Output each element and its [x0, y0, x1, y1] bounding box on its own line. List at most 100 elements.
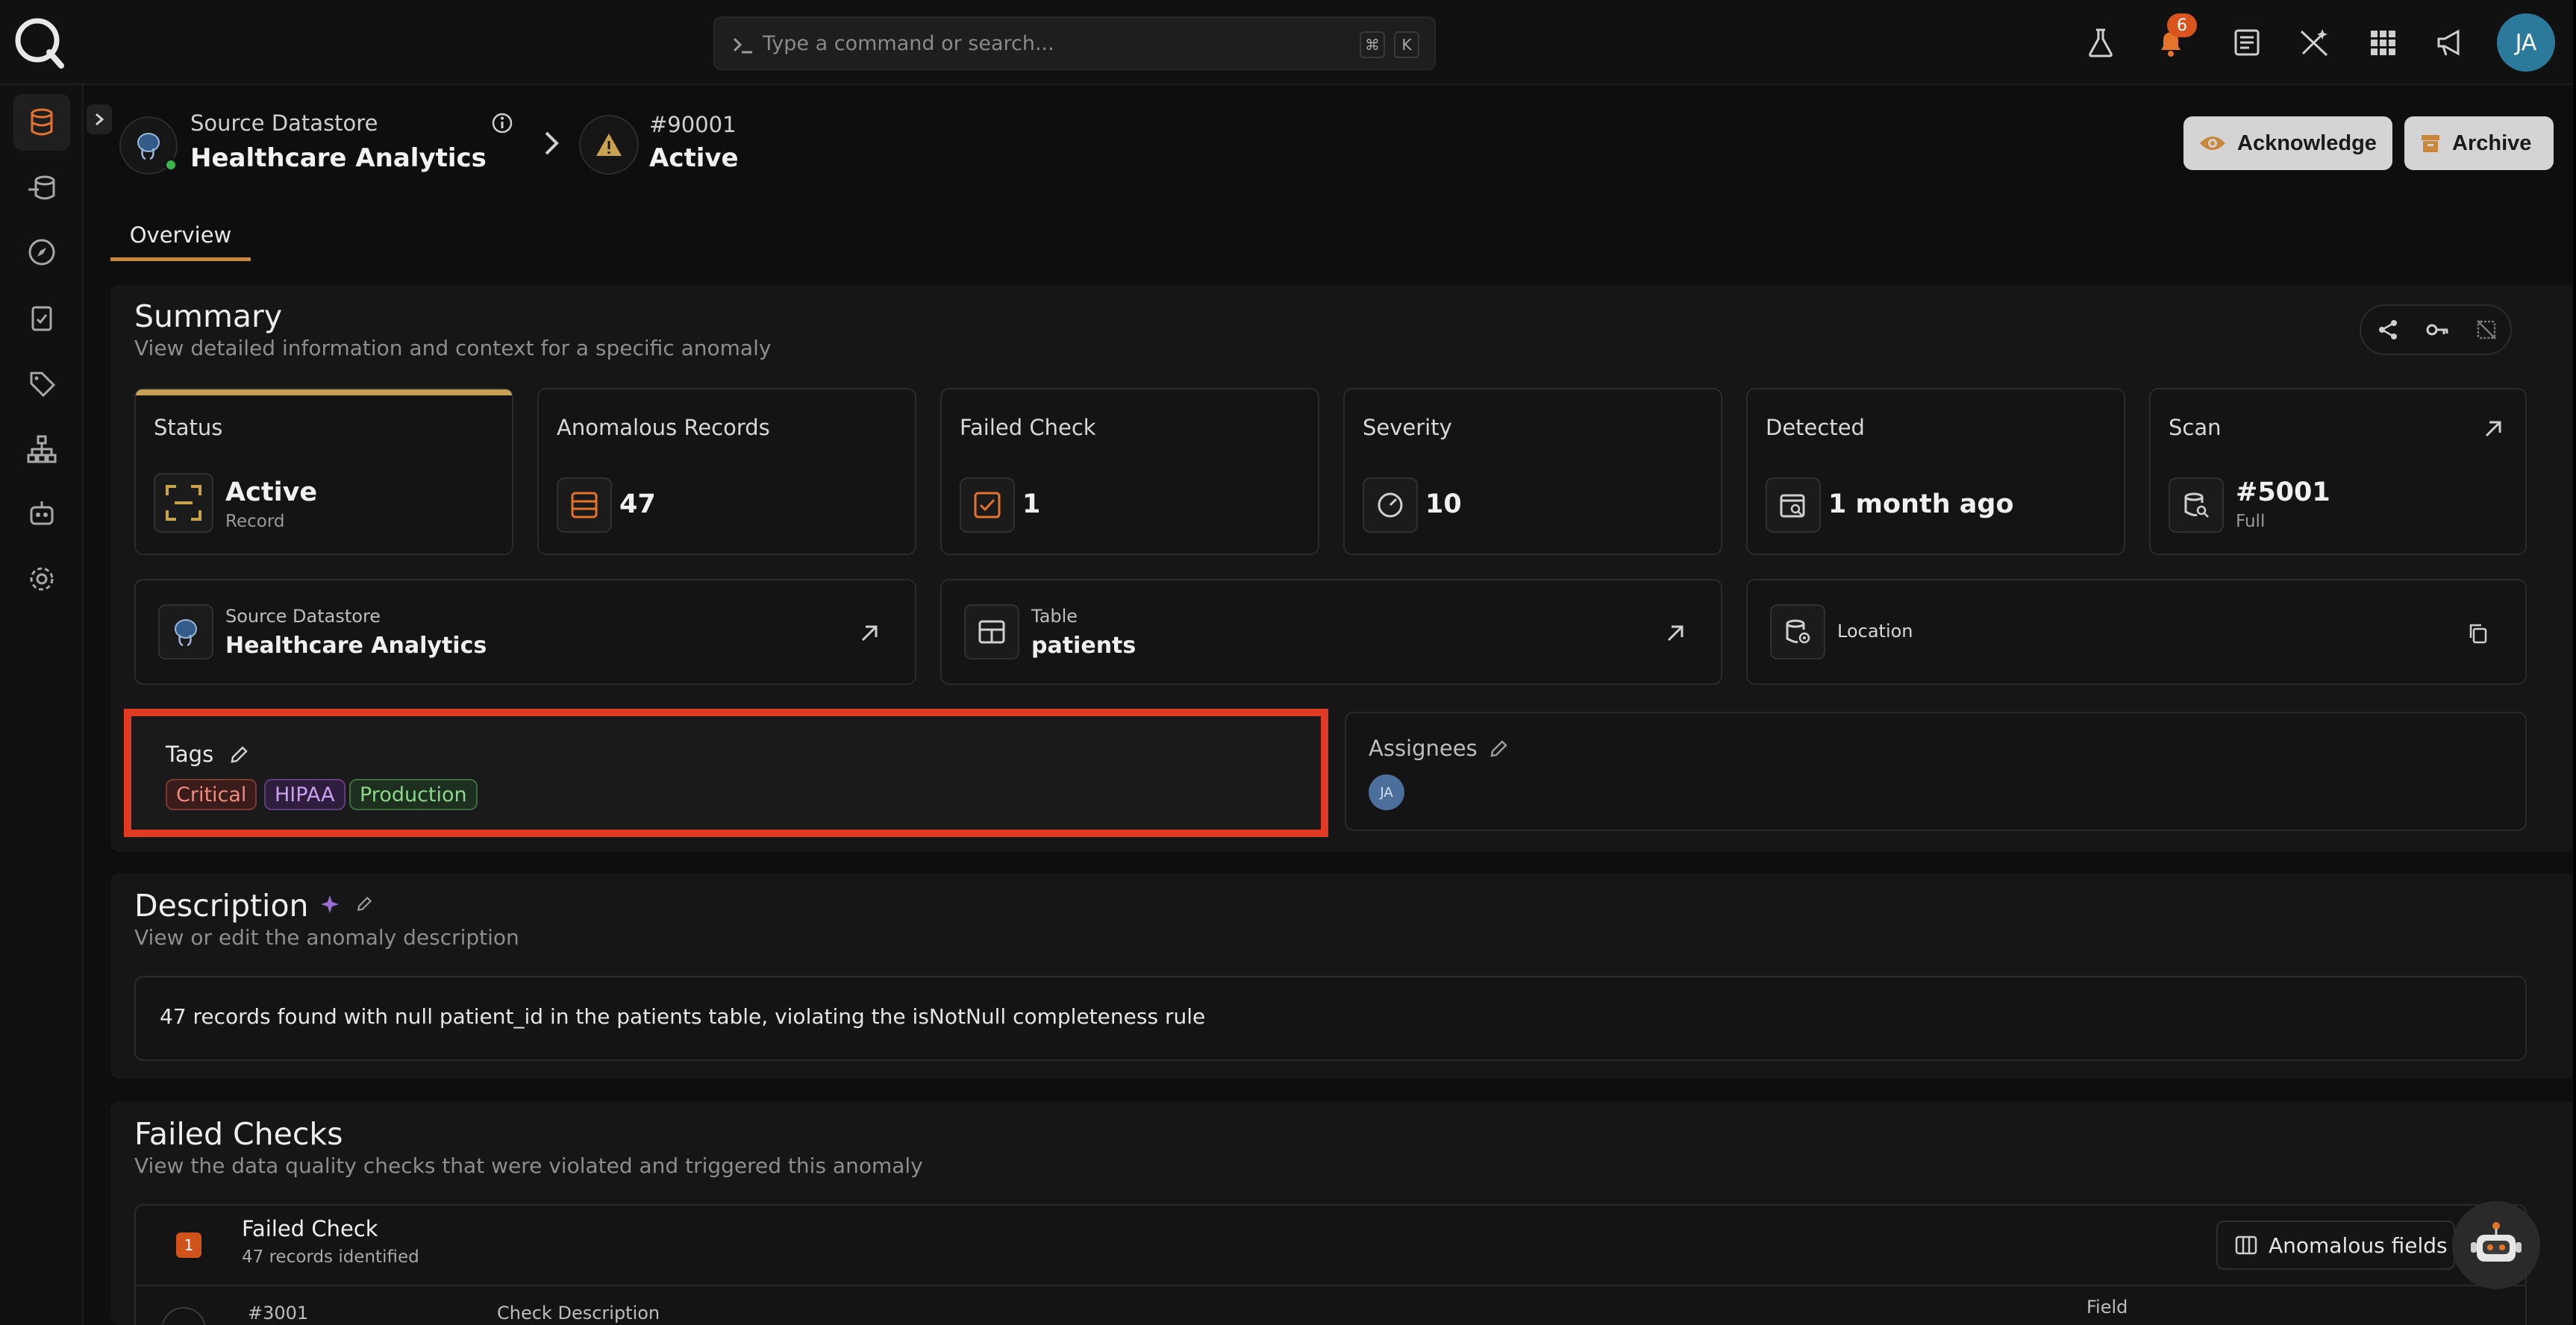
document-list-icon[interactable] [2230, 25, 2264, 60]
sidebar-item-enrichment[interactable] [13, 160, 70, 216]
failed-check-icon-box [960, 477, 1015, 533]
external-link-icon[interactable] [1664, 622, 1686, 645]
sidebar-expand-button[interactable] [87, 104, 112, 134]
failed-check-value: 1 [1022, 489, 1041, 519]
app-logo-icon[interactable] [10, 13, 67, 70]
tag-hipaa[interactable]: HIPAA [264, 779, 346, 810]
status-accent-bar [136, 389, 512, 395]
tags-panel: Tags Critical HIPAA Production [124, 709, 1328, 837]
key-button[interactable] [2412, 306, 2463, 354]
breadcrumb-separator-icon [545, 131, 559, 155]
clipboard-check-icon [31, 306, 52, 331]
magic-wand-off-icon[interactable] [2297, 25, 2331, 60]
external-link-icon[interactable] [858, 622, 881, 645]
anomalous-fields-label: Anomalous fields [2269, 1232, 2448, 1258]
table-label: Table [1031, 606, 1078, 627]
scan-value[interactable]: #5001 [2236, 477, 2330, 507]
tag-production[interactable]: Production [349, 779, 478, 810]
edit-description-pencil-icon[interactable] [355, 895, 373, 913]
database-location-icon [1786, 619, 1810, 644]
description-subtitle: View or edit the anomaly description [134, 925, 519, 950]
tab-overview[interactable]: Overview [110, 212, 251, 261]
window-edge [2573, 0, 2576, 1325]
hide-button[interactable] [2461, 306, 2512, 354]
check-row-id[interactable]: #3001 [248, 1303, 308, 1324]
assignees-label: Assignees [1369, 736, 1478, 761]
user-avatar[interactable]: JA [2497, 13, 2555, 72]
sidebar-item-checks[interactable] [13, 289, 70, 346]
share-button[interactable] [2363, 306, 2413, 354]
anomalous-records-value: 47 [619, 489, 656, 519]
sidebar-item-datastores[interactable] [13, 94, 70, 151]
table-value: patients [1031, 633, 1137, 659]
breadcrumb-datastore-label: Source Datastore [190, 110, 378, 136]
robot-assistant-icon [2471, 1222, 2522, 1262]
sidebar-item-settings[interactable] [13, 551, 70, 607]
top-bar: Type a command or search... ⌘ K 6 JA [0, 0, 2576, 85]
robot-icon [30, 501, 54, 525]
shortcut-cmd-key: ⌘ [1360, 31, 1385, 58]
description-text: 47 records found with null patient_id in… [160, 1004, 1206, 1029]
description-text-box[interactable]: 47 records found with null patient_id in… [134, 976, 2527, 1061]
anomalous-records-label: Anomalous Records [557, 415, 770, 440]
command-search-input[interactable]: Type a command or search... ⌘ K [713, 16, 1436, 70]
external-link-icon[interactable] [2482, 418, 2504, 440]
archive-box-icon [2422, 135, 2439, 152]
location-icon-box [1770, 604, 1825, 660]
assignee-avatar[interactable]: JA [1369, 774, 1404, 810]
edit-assignees-pencil-icon[interactable] [1488, 739, 1509, 759]
columns-icon [2235, 1235, 2257, 1255]
scan-sub: Full [2236, 512, 2266, 531]
location-label: Location [1837, 621, 1913, 642]
severity-icon-box [1363, 477, 1418, 533]
archive-button[interactable]: Archive [2404, 116, 2554, 170]
anomalous-records-card: Anomalous Records 47 [537, 388, 916, 555]
table-icon-box [964, 604, 1019, 660]
field-column-header: Field [2086, 1297, 2128, 1318]
flask-icon[interactable] [2083, 25, 2118, 60]
source-datastore-value: Healthcare Analytics [225, 633, 487, 659]
anomaly-warning-badge [579, 115, 639, 175]
breadcrumb-datastore-name[interactable]: Healthcare Analytics [190, 143, 487, 173]
speedometer-icon [1378, 492, 1403, 518]
info-icon[interactable] [490, 110, 515, 136]
summary-subtitle: View detailed information and context fo… [134, 336, 772, 360]
check-description-column-header: Check Description [497, 1303, 660, 1324]
table-grid-icon [978, 620, 1005, 644]
gear-icon [30, 567, 54, 591]
table-card[interactable]: Table patients [940, 579, 1722, 685]
database-icon [31, 108, 53, 136]
summary-title: Summary [134, 298, 283, 334]
assistant-bot-button[interactable] [2452, 1201, 2540, 1289]
anomalous-fields-button[interactable]: Anomalous fields [2216, 1221, 2455, 1270]
scan-card[interactable]: Scan #5001 Full [2149, 388, 2527, 555]
scan-label: Scan [2169, 415, 2222, 440]
sidebar-item-hierarchy[interactable] [13, 421, 70, 477]
sparkle-icon[interactable] [319, 894, 340, 915]
hierarchy-icon [27, 435, 57, 463]
source-datastore-card[interactable]: Source Datastore Healthcare Analytics [134, 579, 916, 685]
tag-critical[interactable]: Critical [166, 779, 257, 810]
database-arrow-icon [28, 175, 55, 200]
scan-icon-box [2169, 477, 2224, 533]
eye-icon [2200, 137, 2225, 150]
status-card: Status Active Record [134, 388, 513, 555]
failed-check-divider [136, 1285, 2525, 1286]
datastore-status-dot [164, 158, 178, 172]
sidebar-item-explore[interactable] [13, 224, 70, 281]
sidebar-item-tags[interactable] [13, 355, 70, 412]
anomaly-status: Active [649, 143, 739, 173]
notification-badge: 6 [2167, 13, 2197, 37]
megaphone-icon[interactable] [2433, 25, 2467, 60]
table-rows-icon [571, 492, 598, 519]
source-datastore-label: Source Datastore [225, 606, 381, 627]
apps-grid-icon[interactable] [2366, 25, 2400, 60]
edit-tags-pencil-icon[interactable] [228, 745, 249, 765]
detected-label: Detected [1766, 415, 1865, 440]
severity-label: Severity [1363, 415, 1452, 440]
chevron-right-icon [96, 113, 104, 126]
copy-icon[interactable] [2467, 622, 2489, 645]
sidebar [0, 85, 84, 1325]
acknowledge-button[interactable]: Acknowledge [2183, 116, 2392, 170]
sidebar-item-agents[interactable] [13, 485, 70, 542]
